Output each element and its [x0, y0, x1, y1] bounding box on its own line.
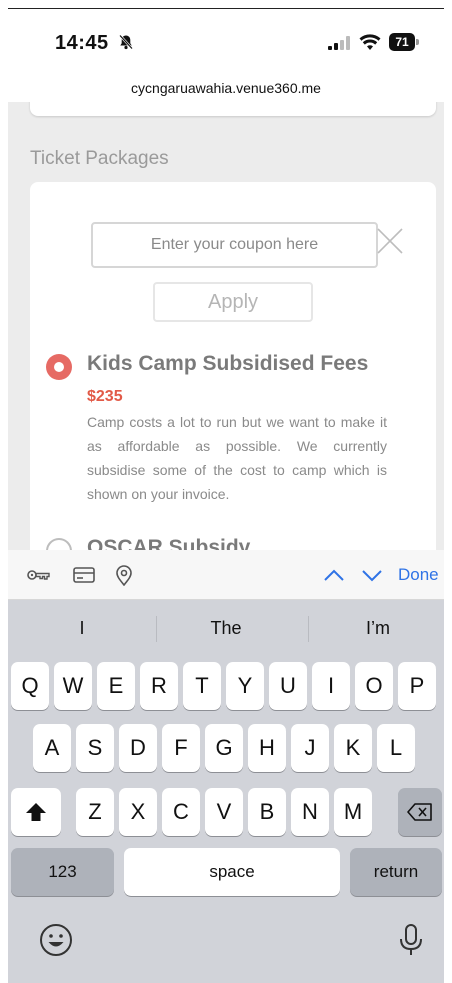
- previous-card: [30, 102, 436, 116]
- keyboard-accessory-bar: Done: [8, 550, 444, 600]
- numbers-key[interactable]: 123: [11, 848, 114, 896]
- wifi-icon: [359, 34, 381, 50]
- package-radio-unselected[interactable]: [46, 538, 72, 550]
- package-title-2[interactable]: OSCAR Subsidy: [87, 536, 250, 550]
- key-r[interactable]: R: [140, 662, 178, 710]
- key-l[interactable]: L: [377, 724, 415, 772]
- package-title[interactable]: Kids Camp Subsidised Fees: [87, 352, 368, 376]
- suggestion-3[interactable]: I’m: [308, 618, 448, 639]
- key-t[interactable]: T: [183, 662, 221, 710]
- key-q[interactable]: Q: [11, 662, 49, 710]
- key-o[interactable]: O: [355, 662, 393, 710]
- close-icon[interactable]: [375, 226, 405, 256]
- apply-button[interactable]: Apply: [153, 282, 313, 322]
- status-time: 14:45: [55, 32, 109, 54]
- battery-indicator: 71: [389, 33, 419, 51]
- chevron-down-icon[interactable]: [360, 564, 384, 586]
- package-price: $235: [87, 388, 123, 405]
- key-s[interactable]: S: [76, 724, 114, 772]
- key-k[interactable]: K: [334, 724, 372, 772]
- backspace-icon: [407, 803, 432, 821]
- done-button[interactable]: Done: [398, 565, 439, 585]
- key-a[interactable]: A: [33, 724, 71, 772]
- chevron-up-icon[interactable]: [322, 564, 346, 586]
- key-g[interactable]: G: [205, 724, 243, 772]
- top-divider: [8, 8, 444, 9]
- ticket-packages-card: Enter your coupon here Apply Kids Camp S…: [30, 182, 436, 550]
- key-j[interactable]: J: [291, 724, 329, 772]
- space-key[interactable]: space: [124, 848, 340, 896]
- key-e[interactable]: E: [97, 662, 135, 710]
- key-v[interactable]: V: [205, 788, 243, 836]
- suggestion-1[interactable]: I: [12, 618, 152, 639]
- key-m[interactable]: M: [334, 788, 372, 836]
- package-description: Camp costs a lot to run but we want to m…: [87, 414, 387, 502]
- backspace-key[interactable]: [398, 788, 442, 836]
- battery-level: 71: [389, 33, 415, 51]
- key-icon[interactable]: [26, 564, 50, 586]
- browser-url[interactable]: cycngaruawahia.venue360.me: [0, 80, 452, 102]
- key-n[interactable]: N: [291, 788, 329, 836]
- key-h[interactable]: H: [248, 724, 286, 772]
- key-w[interactable]: W: [54, 662, 92, 710]
- shift-key[interactable]: [11, 788, 61, 836]
- microphone-icon[interactable]: [393, 922, 429, 958]
- silent-bell-icon: [119, 34, 133, 50]
- suggestion-2[interactable]: The: [156, 618, 296, 639]
- return-key[interactable]: return: [350, 848, 442, 896]
- coupon-input[interactable]: Enter your coupon here: [91, 222, 378, 268]
- emoji-icon[interactable]: [38, 922, 74, 958]
- key-x[interactable]: X: [119, 788, 157, 836]
- location-pin-icon[interactable]: [112, 564, 136, 586]
- status-bar: 14:45 71: [0, 0, 452, 80]
- section-title: Ticket Packages: [30, 148, 169, 169]
- shift-icon: [26, 803, 46, 821]
- key-u[interactable]: U: [269, 662, 307, 710]
- key-i[interactable]: I: [312, 662, 350, 710]
- key-b[interactable]: B: [248, 788, 286, 836]
- package-radio-selected[interactable]: [46, 354, 72, 380]
- key-z[interactable]: Z: [76, 788, 114, 836]
- signal-icon: [328, 36, 350, 50]
- credit-card-icon[interactable]: [72, 564, 96, 586]
- key-c[interactable]: C: [162, 788, 200, 836]
- web-content: Ticket Packages Enter your coupon here A…: [8, 102, 444, 550]
- keyboard: I The I’m Q W E R T Y U I O P A S D F G …: [8, 600, 444, 983]
- key-f[interactable]: F: [162, 724, 200, 772]
- key-p[interactable]: P: [398, 662, 436, 710]
- key-d[interactable]: D: [119, 724, 157, 772]
- key-y[interactable]: Y: [226, 662, 264, 710]
